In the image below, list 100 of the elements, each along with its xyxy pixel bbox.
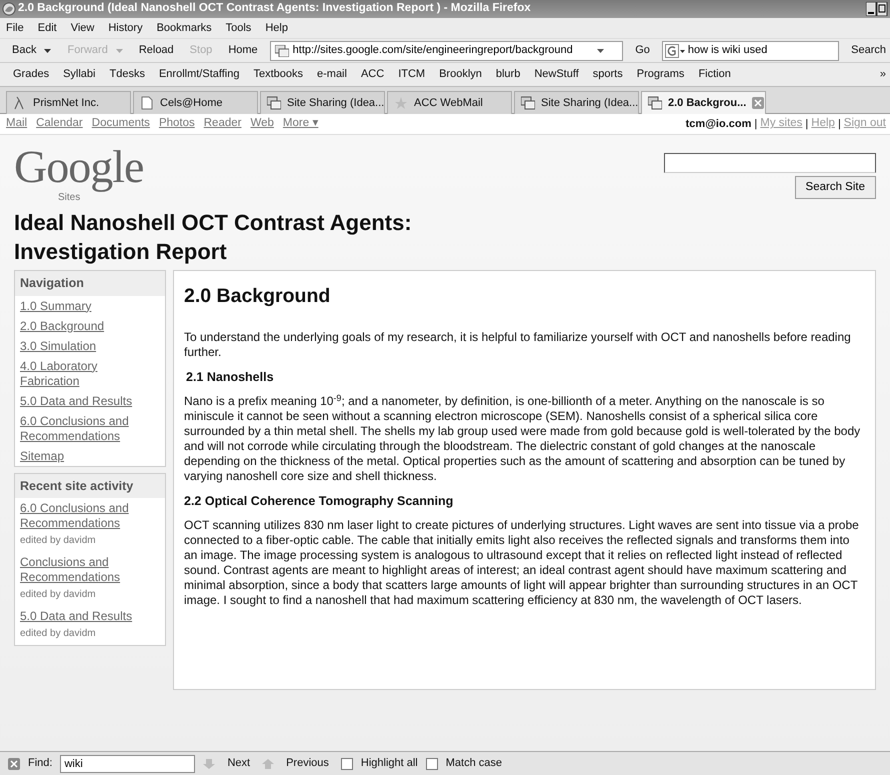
bookmark-link[interactable]: Grades xyxy=(6,66,56,83)
separator: | xyxy=(805,116,808,132)
bookmark-link[interactable]: sports xyxy=(586,66,630,83)
overflow-chevron[interactable]: » xyxy=(880,66,890,83)
logo-subtitle: Sites xyxy=(58,192,80,204)
browser-tab[interactable]: 2.0 Backgrou... xyxy=(641,91,766,114)
site-search-field[interactable] xyxy=(664,153,876,173)
bookmark-link[interactable]: NewStuff xyxy=(527,66,586,83)
find-label: Find: xyxy=(28,756,52,772)
sidebar-link[interactable]: Conclusions and Recommendations xyxy=(15,552,165,588)
dropdown-arrow-icon xyxy=(116,48,123,52)
site-icon xyxy=(267,96,281,110)
bookmark-link[interactable]: Syllabi xyxy=(56,66,102,83)
browser-tab[interactable]: Site Sharing (Idea... xyxy=(514,91,639,114)
bookmark-link[interactable]: Textbooks xyxy=(246,66,310,83)
window-title: 2.0 Background (Ideal Nanoshell OCT Contrast Agents: Investigation Report ) - Mozilla Firefox xyxy=(18,1,531,16)
nav-link[interactable]: Calendar xyxy=(36,115,83,133)
go-button[interactable]: Go xyxy=(631,42,654,59)
firefox-icon xyxy=(2,2,16,16)
search-button[interactable]: Search xyxy=(847,42,890,59)
sidebar-link[interactable]: 3.0 Simulation xyxy=(15,336,165,356)
next-button[interactable]: Next xyxy=(223,755,254,772)
nav-link[interactable]: Web xyxy=(250,115,274,133)
search-engine-icon xyxy=(664,44,685,58)
sidebar-link[interactable]: 5.0 Data and Results xyxy=(15,606,165,626)
sidebar-link[interactable]: 6.0 Conclusions and Recommendations xyxy=(15,410,165,446)
browser-tab[interactable]: Site Sharing (Idea... xyxy=(260,91,385,114)
separator: | xyxy=(838,116,841,132)
page-icon xyxy=(274,44,289,56)
checkbox[interactable] xyxy=(426,758,438,770)
edit-note: edited by davidm xyxy=(19,534,97,548)
toolbar-button[interactable]: Home xyxy=(224,42,262,59)
tab-label: Site Sharing (Idea... xyxy=(541,96,638,111)
paragraph: Nano is a prefix meaning 10$^{-9}$; and a nanometer, by definition, is one-billionth of a meter. Anything on the nanoscale is so miniscule it cannot be seen without a scanning electron microscope (SEM). Nanoshells consist of a spherical silica core surrounded by a thin metal shell. The shells my lab group used were made from gold because gold is well-tolerated by the body and will not corrode while circulating through the bloodstream. The dielectric constant of gold changes at the nanoscale depending on the thickness of the metal. Optical properties such as the amount of scattering and absorption can be tuned by varying nanoshell core size and shell thickness. xyxy=(184,394,862,484)
panel-heading: Recent site activity xyxy=(15,474,165,498)
toolbar-button[interactable]: Reload xyxy=(134,42,178,59)
checkbox-label: Highlight all xyxy=(360,756,418,772)
bookmark-link[interactable]: e-mail xyxy=(310,66,354,83)
bookmark-link[interactable]: Tdesks xyxy=(102,66,152,83)
bookmark-link[interactable]: blurb xyxy=(488,66,528,83)
nav-link[interactable]: Mail xyxy=(6,115,28,133)
browser-tab[interactable]: ACC WebMail xyxy=(387,91,512,114)
toolbar-button[interactable]: Back xyxy=(8,42,56,59)
menu-item[interactable]: Edit xyxy=(38,20,57,36)
menu-item[interactable]: Bookmarks xyxy=(156,20,212,36)
site-title: Ideal Nanoshell OCT Contrast Agents: Investigation Report xyxy=(14,208,413,266)
nav-link[interactable]: More ▾ xyxy=(282,115,318,133)
browser-tab[interactable]: Cels@Home xyxy=(133,91,258,114)
separator: | xyxy=(754,116,758,132)
paragraph: OCT scanning utilizes 830 nm laser light to create pictures of underlying structures. Light waves are sent into tissue via a probe connected to a fiber-optic cable. The cable that initially emits light also receives the reflected signals and transforms them into an image. The image processing system is analogous to ultrasound except that it relies on reflected light instead of reflected sound. Contrast agents are meant to highlight areas of interest; an ideal contrast agent should have maximum scattering and minimal absorption, since a body that scatters large amounts of light will appear brighter than surrounding structures in an OCT image. I sought to find a nanoshell that had maximum scattering efficiency at 830 nm, the wavelength of OCT lasers. xyxy=(184,518,860,608)
sidebar-link[interactable]: 1.0 Summary xyxy=(15,296,165,316)
site-icon xyxy=(648,96,662,110)
close-icon[interactable] xyxy=(752,97,764,109)
tab-label: 2.0 Backgrou... xyxy=(668,96,746,111)
bookmark-link[interactable]: Enrollmt/Staffing xyxy=(152,66,246,83)
menu-item[interactable]: File xyxy=(6,20,24,36)
edit-note: edited by davidm xyxy=(19,588,97,602)
nav-link[interactable]: Reader xyxy=(204,115,242,133)
tab-label: Site Sharing (Idea... xyxy=(287,96,384,111)
search-site-button[interactable]: Search Site xyxy=(794,176,876,200)
user-email: tcm@io.com xyxy=(686,116,752,132)
find-field[interactable]: wiki xyxy=(60,754,196,772)
sidebar-link[interactable]: 5.0 Data and Results xyxy=(15,390,165,411)
previous-button[interactable]: Previous xyxy=(282,755,333,772)
dropdown-arrow-icon xyxy=(44,48,52,52)
nav-link[interactable]: Documents xyxy=(92,115,150,133)
page-icon xyxy=(140,96,154,110)
dropdown-arrow-icon xyxy=(596,48,604,52)
url-bar[interactable]: http://sites.google.com/site/engineeringreport/background xyxy=(270,40,624,60)
bookmark-link[interactable]: Fiction xyxy=(691,66,738,83)
menu-item[interactable]: View xyxy=(70,20,94,36)
bookmark-link[interactable]: ACC xyxy=(354,66,392,83)
section-heading: 2.2 Optical Coherence Tomography Scanning xyxy=(184,494,454,510)
menu-item[interactable]: Tools xyxy=(226,20,252,36)
bookmark-link[interactable]: ITCM xyxy=(391,66,432,83)
tab-label: ACC WebMail xyxy=(414,96,483,111)
tab-label: PrismNet Inc. xyxy=(33,96,100,111)
sidebar-link[interactable]: 2.0 Background xyxy=(15,316,165,336)
bookmark-link[interactable]: Programs xyxy=(630,66,692,83)
window-controls-icon xyxy=(866,2,888,16)
checkbox-label: Match case xyxy=(446,756,502,772)
close-icon xyxy=(8,758,20,770)
search-bar[interactable]: how is wiki used xyxy=(662,40,840,60)
sidebar-link[interactable]: 4.0 Laboratory Fabrication xyxy=(15,356,165,391)
browser-tab[interactable]: PrismNet Inc. xyxy=(6,91,131,114)
down-arrow-icon xyxy=(203,758,216,770)
paragraph: To understand the underlying goals of my research, it is helpful to familiarize yourself with OCT and nanoshells before reading further. xyxy=(184,330,852,360)
star-icon xyxy=(394,96,408,110)
sidebar-link[interactable]: 6.0 Conclusions and Recommendations xyxy=(15,498,165,534)
edit-note: edited by davidm xyxy=(19,627,97,642)
menu-item[interactable]: Help xyxy=(265,20,288,36)
google-sites-logo: Google xyxy=(14,141,144,192)
menu-item[interactable]: History xyxy=(108,20,143,36)
site-icon xyxy=(521,96,535,110)
page-heading: 2.0 Background xyxy=(184,284,332,308)
tab-label: Cels@Home xyxy=(160,96,223,111)
checkbox[interactable] xyxy=(340,758,353,770)
nav-link[interactable]: Photos xyxy=(158,115,195,133)
bookmark-link[interactable]: Brooklyn xyxy=(432,66,489,83)
sidebar-link[interactable]: Sitemap xyxy=(15,446,165,466)
